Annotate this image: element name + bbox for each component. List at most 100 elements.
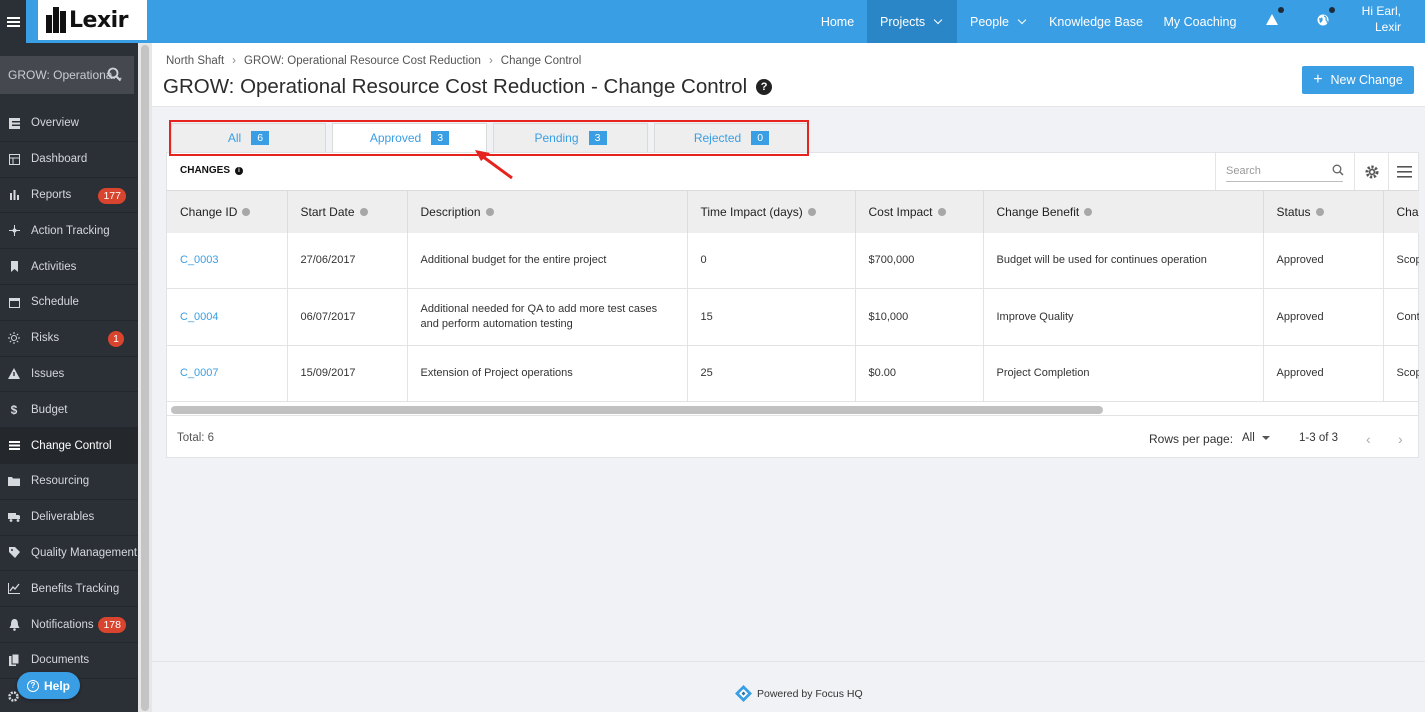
sidebar-item-benefits-tracking[interactable]: Benefits Tracking xyxy=(0,571,138,608)
new-change-button[interactable]: + New Change xyxy=(1302,66,1414,94)
info-icon xyxy=(1315,207,1324,216)
column-header-cost-impact[interactable]: Cost Impact xyxy=(855,190,984,233)
sidebar-item-activities[interactable]: Activities xyxy=(0,249,138,285)
rows-per-page-label: Rows per page: xyxy=(1149,432,1234,446)
description-cell: Additional needed for QA to add more tes… xyxy=(407,288,688,346)
notifications-icon xyxy=(8,618,20,631)
nav-home[interactable]: Home xyxy=(808,0,867,43)
app-logo[interactable]: Lexir xyxy=(38,0,147,40)
status-cell: Approved xyxy=(1263,288,1384,346)
search-icon[interactable] xyxy=(1332,164,1344,179)
help-button[interactable]: ? Help xyxy=(17,672,80,699)
sidebar-item-risks[interactable]: Risks 1 xyxy=(0,321,138,357)
start-date-cell: 27/06/2017 xyxy=(287,232,408,289)
sidebar-item-notifications[interactable]: Notifications 178 xyxy=(0,607,138,643)
table-horizontal-scrollbar[interactable] xyxy=(171,406,1416,414)
sidebar-item-schedule[interactable]: Schedule xyxy=(0,285,138,321)
breadcrumb-item[interactable]: GROW: Operational Resource Cost Reductio… xyxy=(244,55,481,67)
column-header-change-id[interactable]: Change ID xyxy=(167,190,288,233)
sidebar-item-issues[interactable]: Issues xyxy=(0,357,138,393)
project-search-input[interactable]: GROW: Operationa... xyxy=(0,56,134,94)
settings-gear-icon[interactable] xyxy=(8,691,19,705)
column-header-time-impact[interactable]: Time Impact (days) xyxy=(687,190,856,233)
change-type-cell: Contract xyxy=(1383,288,1419,346)
nav-projects[interactable]: Projects xyxy=(867,0,957,43)
nav-my-coaching[interactable]: My Coaching xyxy=(1155,0,1245,43)
annotation-arrow-icon xyxy=(475,150,513,180)
hamburger-menu-icon[interactable] xyxy=(0,0,26,43)
column-header-change-type[interactable]: Change Type xyxy=(1383,190,1419,233)
column-header-status[interactable]: Status xyxy=(1263,190,1384,233)
next-page-icon[interactable]: › xyxy=(1398,431,1403,447)
deliverables-icon xyxy=(8,511,20,523)
changes-panel: CHANGES i Search Change ID Start Date Des… xyxy=(166,152,1419,458)
column-menu-icon[interactable] xyxy=(1388,153,1420,190)
user-greeting[interactable]: Hi Earl, Lexir xyxy=(1362,3,1401,35)
sidebar-item-deliverables[interactable]: Deliverables xyxy=(0,500,138,536)
sidebar-item-overview[interactable]: Overview xyxy=(0,106,138,142)
sidebar-item-quality-management[interactable]: Quality Management xyxy=(0,536,138,572)
table-header-row: Change ID Start Date Description Time Im… xyxy=(167,190,1419,233)
info-icon xyxy=(1084,207,1093,216)
info-icon[interactable]: i xyxy=(235,166,244,175)
change-id-link[interactable]: C_0007 xyxy=(180,367,219,379)
quality-icon xyxy=(8,547,20,559)
activities-icon xyxy=(8,261,20,273)
nav-people[interactable]: People xyxy=(957,0,1037,43)
sidebar-item-dashboard[interactable]: Dashboard xyxy=(0,142,138,178)
change-benefit-cell: Budget will be used for continues operat… xyxy=(983,232,1264,289)
breadcrumb-separator: › xyxy=(232,55,237,67)
page-header: North Shaft › GROW: Operational Resource… xyxy=(152,43,1425,107)
breadcrumb: North Shaft › GROW: Operational Resource… xyxy=(166,55,581,67)
settings-gear-icon[interactable] xyxy=(1354,153,1388,190)
rows-per-page-select[interactable]: All xyxy=(1242,432,1270,444)
top-bar: Lexir Home Projects People Knowledge Bas… xyxy=(0,0,1425,43)
logo-text: Lexir xyxy=(69,7,129,33)
overview-icon xyxy=(8,117,20,129)
table-footer: Total: 6 Rows per page: All 1-3 of 3 ‹ › xyxy=(167,415,1419,458)
chevron-down-icon xyxy=(933,15,943,24)
column-header-change-benefit[interactable]: Change Benefit xyxy=(983,190,1264,233)
time-impact-cell: 0 xyxy=(687,232,856,289)
sidebar-item-change-control[interactable]: Change Control xyxy=(0,428,138,464)
table-row[interactable]: C_0003 27/06/2017 Additional budget for … xyxy=(167,232,1419,289)
sidebar-item-reports[interactable]: Reports 177 xyxy=(0,178,138,214)
panel-title: CHANGES i xyxy=(180,165,244,176)
change-control-icon xyxy=(8,440,20,452)
previous-page-icon[interactable]: ‹ xyxy=(1366,431,1371,447)
reports-badge: 177 xyxy=(98,187,126,204)
change-type-cell: Scope xyxy=(1383,345,1419,402)
nav-knowledge-base[interactable]: Knowledge Base xyxy=(1040,0,1152,43)
status-cell: Approved xyxy=(1263,232,1384,289)
sidebar-item-action-tracking[interactable]: Action Tracking xyxy=(0,213,138,250)
search-icon[interactable] xyxy=(107,67,122,85)
help-question-icon[interactable]: ? xyxy=(756,79,773,95)
caret-down-icon xyxy=(1261,436,1270,440)
change-id-link[interactable]: C_0004 xyxy=(180,311,219,323)
issues-icon xyxy=(8,368,20,380)
sidebar-item-budget[interactable]: $ Budget xyxy=(0,392,138,429)
page-footer: Powered by Focus HQ xyxy=(152,661,1425,712)
budget-icon: $ xyxy=(10,402,18,417)
change-id-link[interactable]: C_0003 xyxy=(180,254,219,266)
change-benefit-cell: Project Completion xyxy=(983,345,1264,402)
breadcrumb-separator: › xyxy=(488,55,493,67)
plus-icon: + xyxy=(1313,71,1323,88)
column-header-start-date[interactable]: Start Date xyxy=(287,190,408,233)
breadcrumb-item: Change Control xyxy=(500,55,582,67)
alert-icon[interactable] xyxy=(1263,7,1284,29)
sidebar-item-resourcing[interactable]: Resourcing xyxy=(0,464,138,500)
table-row[interactable]: C_0004 06/07/2017 Additional needed for … xyxy=(167,288,1419,346)
column-header-description[interactable]: Description xyxy=(407,190,688,233)
powered-by: Powered by Focus HQ xyxy=(734,684,863,703)
globe-icon[interactable] xyxy=(1315,7,1335,29)
page-range: 1-3 of 3 xyxy=(1299,432,1338,444)
cost-impact-cell: $10,000 xyxy=(855,288,984,346)
total-count: Total: 6 xyxy=(177,432,215,444)
start-date-cell: 06/07/2017 xyxy=(287,288,408,346)
table-row[interactable]: C_0007 15/09/2017 Extension of Project o… xyxy=(167,345,1419,402)
breadcrumb-item[interactable]: North Shaft xyxy=(166,55,224,67)
sidebar-scrollbar[interactable] xyxy=(138,43,152,712)
table-search-input[interactable]: Search xyxy=(1215,153,1354,190)
action-tracking-icon xyxy=(8,225,20,237)
